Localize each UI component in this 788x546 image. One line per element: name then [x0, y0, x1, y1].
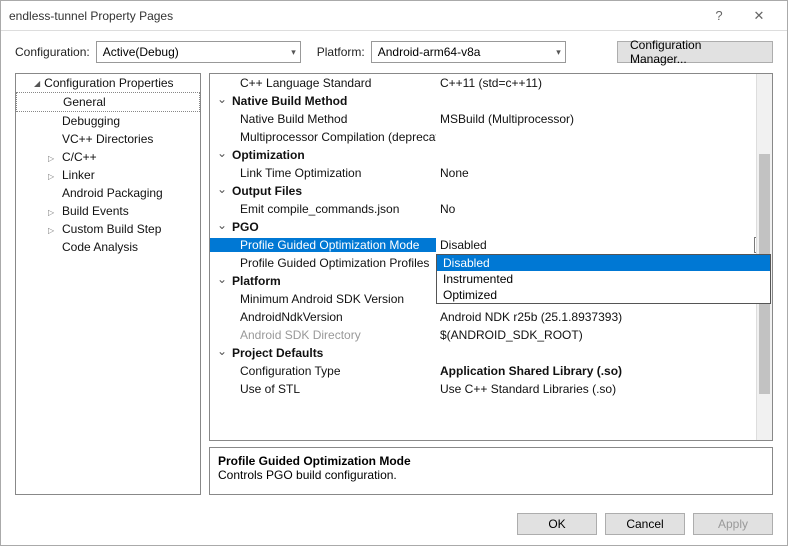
pgo-mode-dropdown[interactable]: DisabledInstrumentedOptimized: [436, 254, 771, 304]
property-row[interactable]: Use of STLUse C++ Standard Libraries (.s…: [210, 380, 772, 398]
property-label: Profile Guided Optimization Profiles: [210, 256, 436, 270]
property-label: Output Files: [210, 184, 436, 198]
property-label: Project Defaults: [210, 346, 436, 360]
property-label: Android SDK Directory: [210, 328, 436, 342]
property-label: Minimum Android SDK Version: [210, 292, 436, 306]
description-body: Controls PGO build configuration.: [218, 468, 764, 482]
property-row[interactable]: Profile Guided Optimization ModeDisabled…: [210, 236, 772, 254]
tree-root[interactable]: Configuration Properties: [16, 74, 200, 92]
property-value[interactable]: $(ANDROID_SDK_ROOT): [436, 328, 772, 342]
property-row[interactable]: Multiprocessor Compilation (deprecated): [210, 128, 772, 146]
property-value[interactable]: MSBuild (Multiprocessor): [436, 112, 772, 126]
cancel-button[interactable]: Cancel: [605, 513, 685, 535]
property-value[interactable]: Application Shared Library (.so): [436, 364, 772, 378]
tree-item[interactable]: Code Analysis: [16, 238, 200, 256]
tree-item[interactable]: Android Packaging: [16, 184, 200, 202]
property-row[interactable]: Emit compile_commands.jsonNo: [210, 200, 772, 218]
property-value[interactable]: None: [436, 166, 772, 180]
ok-button[interactable]: OK: [517, 513, 597, 535]
group-header[interactable]: Native Build Method: [210, 92, 772, 110]
property-row[interactable]: C++ Language StandardC++11 (std=c++11): [210, 74, 772, 92]
nav-tree[interactable]: Configuration Properties GeneralDebuggin…: [15, 73, 201, 495]
tree-item[interactable]: General: [16, 92, 200, 112]
property-row[interactable]: AndroidNdkVersionAndroid NDK r25b (25.1.…: [210, 308, 772, 326]
property-row[interactable]: Native Build MethodMSBuild (Multiprocess…: [210, 110, 772, 128]
platform-value: Android-arm64-v8a: [378, 45, 481, 59]
apply-button[interactable]: Apply: [693, 513, 773, 535]
property-value[interactable]: Android NDK r25b (25.1.8937393): [436, 310, 772, 324]
property-label: Configuration Type: [210, 364, 436, 378]
property-label: Native Build Method: [210, 112, 436, 126]
dialog-footer: OK Cancel Apply: [517, 513, 773, 535]
tree-item[interactable]: Custom Build Step: [16, 220, 200, 238]
tree-item[interactable]: Linker: [16, 166, 200, 184]
group-header[interactable]: PGO: [210, 218, 772, 236]
group-header[interactable]: Project Defaults: [210, 344, 772, 362]
property-label: Platform: [210, 274, 436, 288]
dropdown-option[interactable]: Disabled: [437, 255, 770, 271]
property-label: PGO: [210, 220, 436, 234]
window-title: endless-tunnel Property Pages: [9, 9, 699, 23]
property-row[interactable]: Android SDK Directory$(ANDROID_SDK_ROOT): [210, 326, 772, 344]
property-grid[interactable]: C++ Language StandardC++11 (std=c++11)Na…: [209, 73, 773, 441]
configuration-label: Configuration:: [15, 45, 90, 59]
property-label: Multiprocessor Compilation (deprecated): [210, 130, 436, 144]
property-value[interactable]: C++11 (std=c++11): [436, 76, 772, 90]
property-value[interactable]: Use C++ Standard Libraries (.so): [436, 382, 772, 396]
property-label: Use of STL: [210, 382, 436, 396]
property-label: C++ Language Standard: [210, 76, 436, 90]
dropdown-option[interactable]: Instrumented: [437, 271, 770, 287]
configuration-value: Active(Debug): [103, 45, 179, 59]
config-bar: Configuration: Active(Debug) ▾ Platform:…: [1, 31, 787, 71]
property-label: Profile Guided Optimization Mode: [210, 238, 436, 252]
description-panel: Profile Guided Optimization Mode Control…: [209, 447, 773, 495]
property-label: Emit compile_commands.json: [210, 202, 436, 216]
property-label: Native Build Method: [210, 94, 436, 108]
property-row[interactable]: Configuration TypeApplication Shared Lib…: [210, 362, 772, 380]
description-title: Profile Guided Optimization Mode: [218, 454, 764, 468]
help-icon[interactable]: ?: [699, 8, 739, 23]
property-label: AndroidNdkVersion: [210, 310, 436, 324]
configuration-manager-button[interactable]: Configuration Manager...: [617, 41, 773, 63]
property-label: Link Time Optimization: [210, 166, 436, 180]
chevron-down-icon: ▾: [291, 47, 296, 58]
close-icon[interactable]: ✕: [739, 8, 779, 24]
chevron-down-icon: ▾: [556, 47, 561, 58]
tree-item[interactable]: Build Events: [16, 202, 200, 220]
dropdown-option[interactable]: Optimized: [437, 287, 770, 303]
tree-item[interactable]: C/C++: [16, 148, 200, 166]
tree-item[interactable]: Debugging: [16, 112, 200, 130]
tree-item[interactable]: VC++ Directories: [16, 130, 200, 148]
group-header[interactable]: Output Files: [210, 182, 772, 200]
platform-combo[interactable]: Android-arm64-v8a ▾: [371, 41, 566, 63]
group-header[interactable]: Optimization: [210, 146, 772, 164]
property-row[interactable]: Link Time OptimizationNone: [210, 164, 772, 182]
titlebar: endless-tunnel Property Pages ? ✕: [1, 1, 787, 31]
platform-label: Platform:: [317, 45, 365, 59]
configuration-combo[interactable]: Active(Debug) ▾: [96, 41, 301, 63]
property-label: Optimization: [210, 148, 436, 162]
property-value[interactable]: No: [436, 202, 772, 216]
property-value[interactable]: Disabled: [436, 238, 772, 252]
